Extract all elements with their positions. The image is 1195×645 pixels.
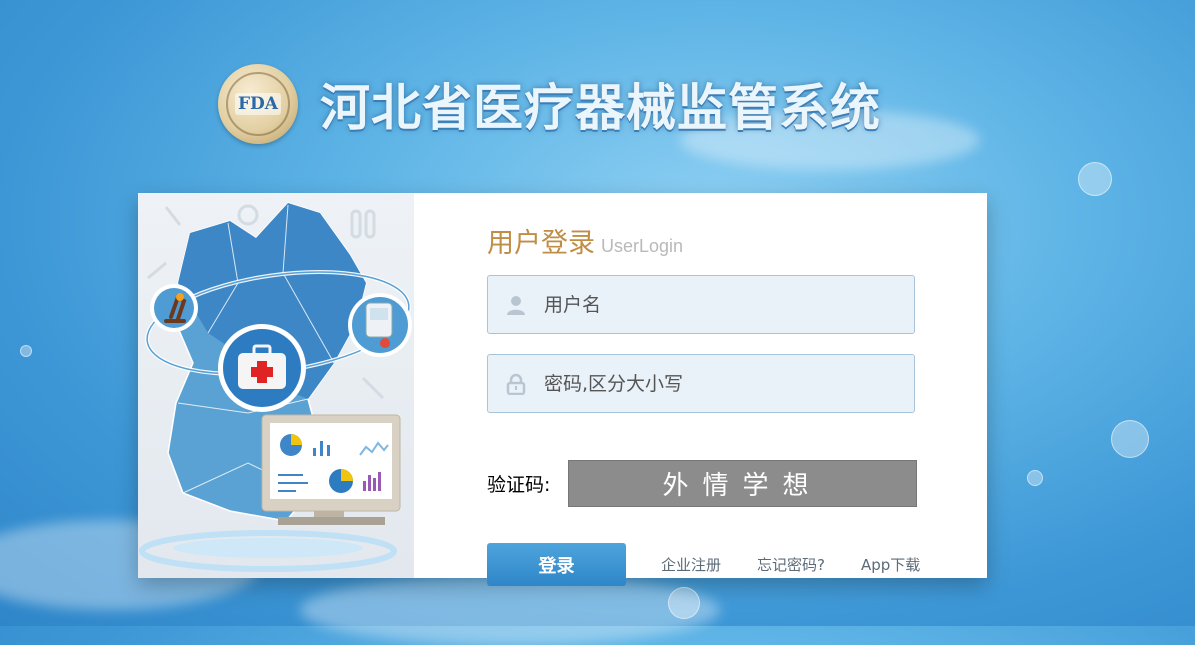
- app-download-link[interactable]: App下载: [861, 554, 920, 575]
- username-input[interactable]: [542, 292, 906, 317]
- captcha-row: 验证码: 外情学想: [487, 460, 917, 507]
- bubble: [668, 587, 700, 619]
- header: FDA 河北省医疗器械监管系统: [218, 62, 881, 146]
- hebei-map-icon: [139, 202, 412, 572]
- captcha-label: 验证码:: [487, 474, 551, 496]
- login-form: 用户登录 UserLogin 验证码: 外情学想 登录 企业注册 忘记密码? A…: [487, 221, 927, 586]
- login-title-en: UserLogin: [601, 236, 684, 256]
- bubble: [1111, 420, 1149, 458]
- login-heading: 用户登录 UserLogin: [487, 221, 927, 260]
- login-card: 用户登录 UserLogin 验证码: 外情学想 登录 企业注册 忘记密码? A…: [138, 193, 987, 586]
- password-field[interactable]: [487, 354, 915, 413]
- logo-text: FDA: [234, 93, 281, 115]
- page-title: 河北省医疗器械监管系统: [320, 79, 881, 137]
- lock-icon: [503, 371, 529, 397]
- bubble: [20, 345, 32, 357]
- user-icon: [503, 292, 529, 318]
- forgot-password-link[interactable]: 忘记密码?: [757, 554, 825, 575]
- login-button[interactable]: 登录: [487, 543, 626, 586]
- captcha-image[interactable]: 外情学想: [568, 460, 917, 507]
- login-title-cn: 用户登录: [487, 228, 595, 259]
- bubble: [1027, 470, 1043, 486]
- bubble: [1078, 162, 1112, 196]
- fda-logo: FDA: [218, 64, 298, 144]
- register-link[interactable]: 企业注册: [661, 554, 721, 575]
- password-input[interactable]: [542, 371, 906, 396]
- username-field[interactable]: [487, 275, 915, 334]
- medical-map-illustration: [138, 193, 414, 578]
- action-row: 登录 企业注册 忘记密码? App下载: [487, 543, 920, 586]
